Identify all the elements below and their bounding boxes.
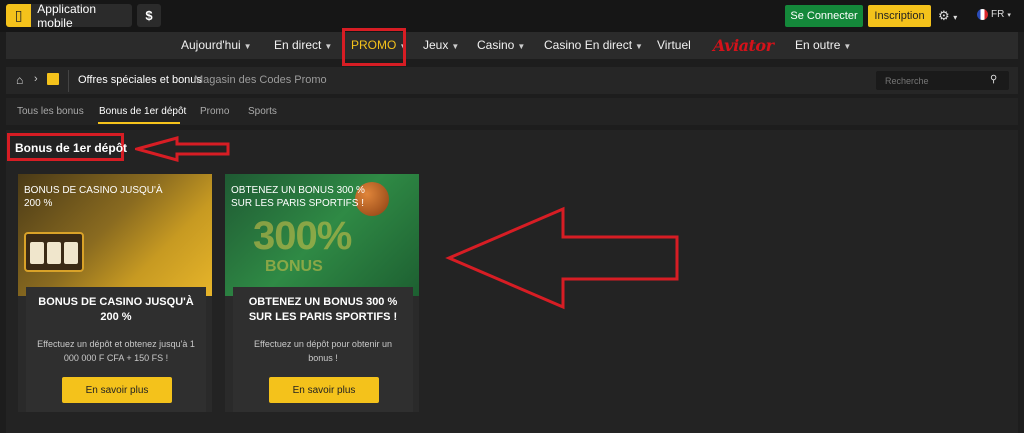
chevron-down-icon: ▼	[843, 42, 852, 51]
nav-item-today[interactable]: Aujourd'hui ▼	[181, 32, 252, 59]
language-selector[interactable]: FR ▾	[977, 9, 1011, 20]
mobile-app-label: Application mobile	[37, 1, 96, 30]
main-nav: Aujourd'hui ▼ En direct ▼ PROMO ▼ Jeux ▼ Cas…	[6, 32, 1018, 59]
nav-item-games[interactable]: Jeux ▼	[423, 32, 459, 59]
card-title: BONUS DE CASINO JUSQU'À 200 %	[38, 296, 194, 323]
aviator-logo[interactable]: Aviator	[713, 36, 774, 55]
currency-button[interactable]: $	[137, 4, 161, 27]
tab-promo[interactable]: Promo	[200, 106, 229, 117]
breadcrumb: ⌂ › Offres spéciales et bonus Magasin de…	[6, 67, 1018, 94]
banner-percent: 300%	[253, 214, 352, 258]
bonus-card-sports[interactable]: 300% BONUS OBTENEZ UN BONUS 300 % SUR LE…	[225, 174, 419, 412]
nav-label: En outre	[795, 38, 841, 52]
chevron-right-icon: ›	[34, 73, 38, 85]
mobile-app-button[interactable]: ▯ Application mobile	[6, 1, 132, 30]
chevron-down-icon: ▼	[635, 42, 643, 51]
chevron-down-icon: ▾	[1007, 11, 1011, 19]
nav-label: Aujourd'hui	[181, 38, 241, 52]
nav-item-virtual[interactable]: Virtuel	[657, 32, 691, 59]
banner-bonus-word: BONUS	[265, 258, 323, 275]
signup-button[interactable]: Inscription	[868, 5, 931, 27]
card-title: OBTENEZ UN BONUS 300 % SUR LES PARIS SPO…	[248, 296, 398, 323]
banner-text: OBTENEZ UN BONUS 300 % SUR LES PARIS SPO…	[231, 185, 365, 209]
card-description: Effectuez un dépôt et obtenez jusqu'à 1 …	[37, 339, 195, 363]
gift-icon[interactable]	[47, 73, 59, 85]
card-info: OBTENEZ UN BONUS 300 % SUR LES PARIS SPO…	[233, 287, 413, 412]
breadcrumb-promo-codes[interactable]: Magasin des Codes Promo	[194, 74, 327, 86]
arrow-left-small-icon	[135, 136, 230, 162]
flag-icon	[977, 9, 988, 20]
card-description: Effectuez un dépôt pour obtenir un bonus…	[254, 339, 392, 363]
nav-label: Casino En direct	[544, 38, 633, 52]
nav-item-live[interactable]: En direct ▼	[274, 32, 332, 59]
card-info: BONUS DE CASINO JUSQU'À 200 % Effectuez …	[26, 287, 206, 412]
bonus-tabs: Tous les bonus Bonus de 1er dépôt Promo …	[6, 98, 1018, 125]
breadcrumb-offers[interactable]: Offres spéciales et bonus	[78, 74, 202, 86]
nav-label: Virtuel	[657, 38, 691, 52]
nav-item-live-casino[interactable]: Casino En direct ▼	[544, 32, 643, 59]
tab-sports[interactable]: Sports	[248, 106, 277, 117]
chevron-down-icon: ▼	[243, 42, 252, 51]
promo-highlight-box	[342, 28, 406, 66]
nav-label: En direct	[274, 38, 322, 52]
language-label: FR	[991, 9, 1005, 20]
chevron-down-icon: ▼	[324, 42, 333, 51]
arrow-left-large-icon	[445, 206, 679, 310]
section-title: Bonus de 1er dépôt	[15, 141, 128, 155]
active-tab-indicator	[98, 122, 180, 124]
banner-text: BONUS DE CASINO JUSQU'À 200 %	[24, 185, 163, 209]
nav-item-casino[interactable]: Casino ▼	[477, 32, 525, 59]
nav-item-more[interactable]: En outre ▼	[795, 32, 851, 59]
sports-banner: 300% BONUS OBTENEZ UN BONUS 300 % SUR LE…	[225, 174, 419, 296]
nav-label: Jeux	[423, 38, 449, 52]
learn-more-button[interactable]: En savoir plus	[269, 377, 379, 403]
chevron-down-icon: ▼	[517, 42, 526, 51]
slot-machine-icon	[24, 232, 84, 272]
phone-icon: ▯	[6, 4, 32, 27]
nav-label: Casino	[477, 38, 515, 52]
home-icon[interactable]: ⌂	[16, 73, 23, 87]
divider	[68, 70, 69, 92]
tab-all-bonuses[interactable]: Tous les bonus	[17, 106, 84, 117]
gear-icon[interactable]: ⚙ ▾	[938, 8, 957, 24]
learn-more-button[interactable]: En savoir plus	[62, 377, 172, 403]
bonus-card-casino[interactable]: BONUS DE CASINO JUSQU'À 200 % BONUS DE C…	[18, 174, 212, 412]
search-icon[interactable]: ⚲	[990, 74, 997, 85]
chevron-down-icon: ▼	[451, 42, 460, 51]
top-bar: ▯ Application mobile $ Se Connecter Insc…	[0, 0, 1024, 32]
login-button[interactable]: Se Connecter	[785, 5, 863, 27]
tab-first-deposit[interactable]: Bonus de 1er dépôt	[99, 106, 186, 117]
casino-banner: BONUS DE CASINO JUSQU'À 200 %	[18, 174, 212, 296]
